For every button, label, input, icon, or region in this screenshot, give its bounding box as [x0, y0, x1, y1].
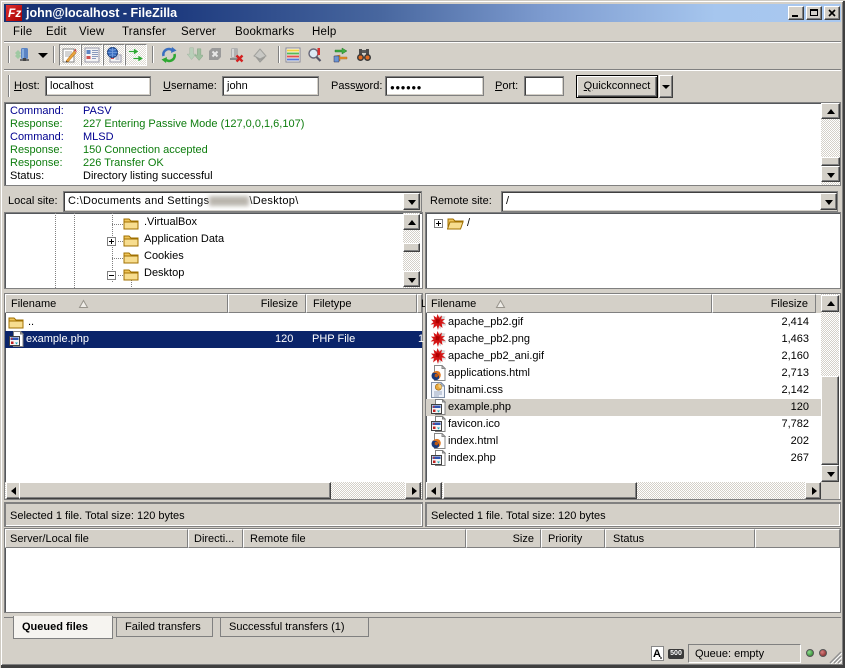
svg-text:A: A [653, 648, 661, 660]
